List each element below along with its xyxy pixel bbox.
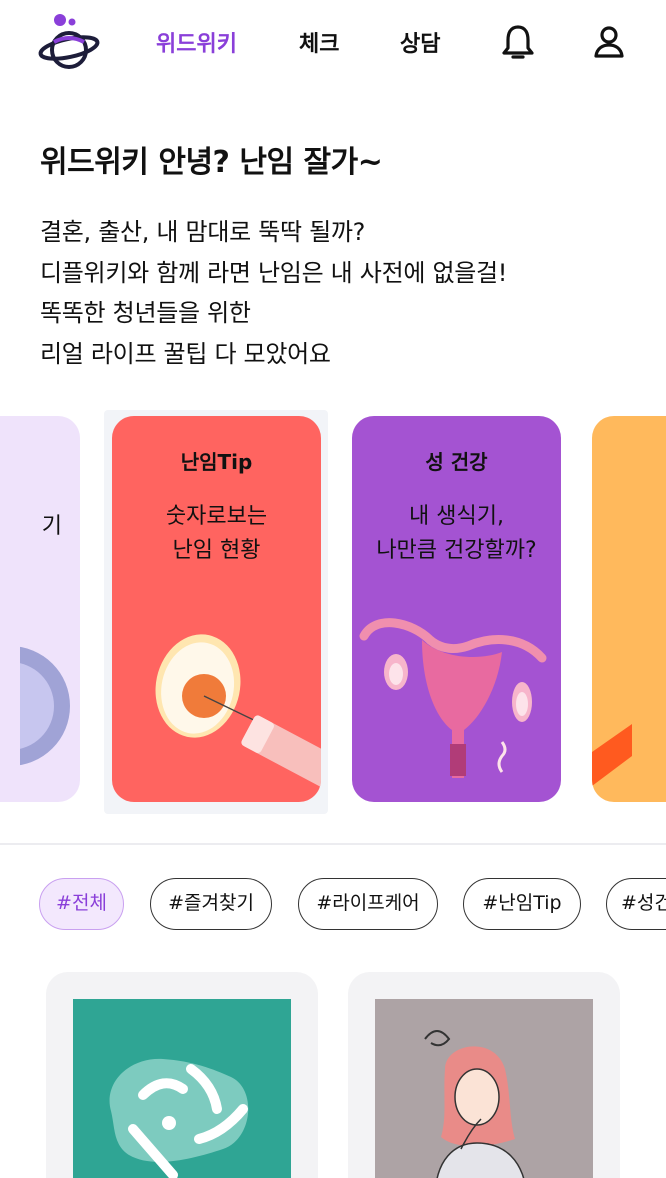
worried-woman-illustration — [424, 1030, 525, 1178]
egg-injection-illustration — [155, 634, 321, 788]
bell-icon[interactable] — [500, 22, 536, 62]
bacteria-illustration — [109, 1058, 249, 1178]
card-category-label: 난임Tip — [180, 450, 253, 474]
carousel-card-partial-left[interactable]: 기 — [0, 416, 80, 802]
planet-logo-icon[interactable] — [36, 12, 102, 72]
card-title-line: 숫자로보는 — [165, 504, 268, 529]
nav-tab-withwiki[interactable]: 위드위키 — [156, 26, 237, 58]
tag-favorites[interactable]: #즐겨찾기 — [150, 878, 272, 930]
card-title: 내 생식기, 나만큼 건강할까? — [352, 500, 561, 568]
card-title: 기 — [41, 514, 62, 539]
tag-sexual-health[interactable]: #성건 — [606, 878, 666, 930]
card-title-line: 나만큼 건강할까? — [376, 538, 537, 563]
article-thumbnail — [73, 999, 291, 1178]
intro-line: 디플위키와 함께 라면 난임은 내 사전에 없을걸! — [40, 258, 508, 287]
card-title-line: 내 생식기, — [409, 504, 504, 529]
card-category-label: 성 건강 — [425, 450, 488, 474]
card-title: 숫자로보는 난임 현황 — [112, 500, 321, 568]
circle-illustration — [20, 646, 70, 766]
carousel-card-partial-right[interactable] — [592, 416, 666, 802]
article-thumbnail — [375, 999, 593, 1178]
intro-description: 결혼, 출산, 내 맘대로 뚝딱 될까? 디플위키와 함께 라면 난임은 내 사… — [40, 212, 640, 374]
carousel-card-sexual-health[interactable]: 성 건강 내 생식기, 나만큼 건강할까? — [352, 416, 561, 802]
tag-filter-bar[interactable]: #전체 #즐겨찾기 #라이프케어 #난임Tip #성건 — [0, 878, 666, 934]
card-decoration — [592, 724, 632, 786]
intro-line: 결혼, 출산, 내 맘대로 뚝딱 될까? — [40, 218, 366, 246]
nav-tab-check[interactable]: 체크 — [299, 26, 339, 58]
app-header: 위드위키 체크 상담 — [0, 0, 666, 86]
article-card[interactable] — [348, 972, 620, 1178]
intro-line: 똑똑한 청년들을 위한 — [40, 299, 251, 327]
page-headline: 위드위키 안녕? 난임 잘가~ — [40, 145, 383, 180]
article-card[interactable] — [46, 972, 318, 1178]
card-title-line: 난임 현황 — [172, 538, 261, 563]
wiki-carousel[interactable]: 기 난임Tip 숫자로보는 난임 현황 성 건강 내 생식기, 나만큼 건강할까… — [0, 404, 666, 816]
section-divider — [0, 843, 666, 845]
user-icon[interactable] — [591, 22, 627, 62]
intro-line: 리얼 라이프 꿀팁 다 모았어요 — [40, 339, 331, 368]
tag-all[interactable]: #전체 — [39, 878, 124, 930]
nav-tab-counsel[interactable]: 상담 — [400, 26, 440, 58]
carousel-card-infertility-tip[interactable]: 난임Tip 숫자로보는 난임 현황 — [112, 416, 321, 802]
uterus-illustration — [359, 618, 547, 778]
tag-infertility-tip[interactable]: #난임Tip — [463, 878, 581, 930]
tag-lifecare[interactable]: #라이프케어 — [298, 878, 438, 930]
